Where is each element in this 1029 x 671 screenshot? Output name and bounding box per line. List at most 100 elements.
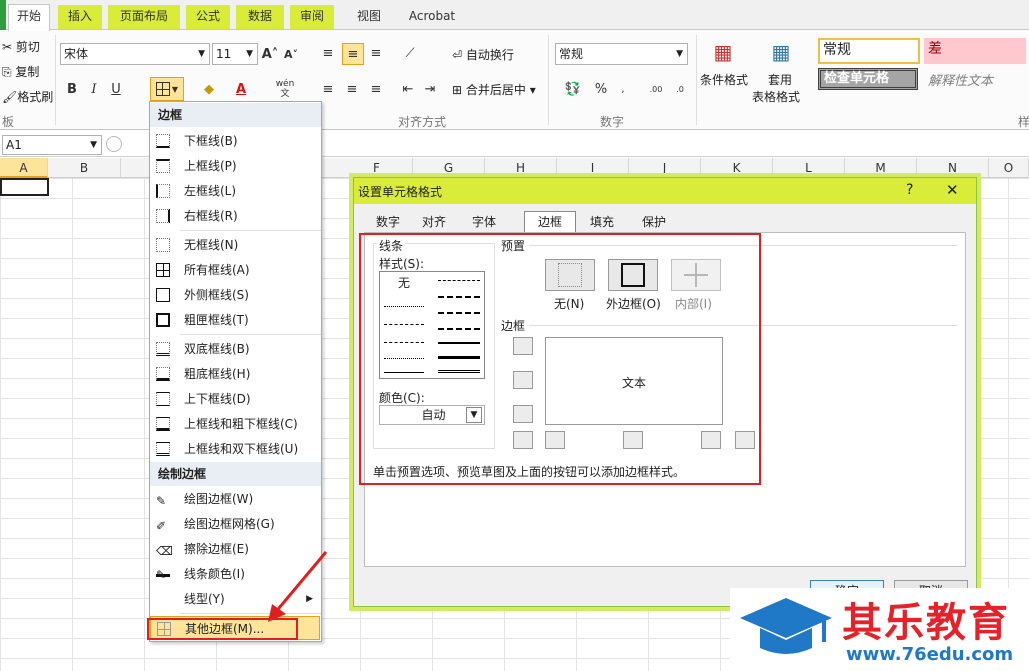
conditional-format-icon[interactable]: ▦ <box>708 37 738 67</box>
column-header[interactable]: A <box>0 158 48 178</box>
style-check-cell[interactable]: 检查单元格 <box>818 68 918 90</box>
tab-acrobat[interactable]: Acrobat <box>400 5 464 29</box>
menu-item-label: 线条颜色(I) <box>184 567 245 581</box>
menu-item-no-border[interactable]: 无框线(N) <box>150 233 321 257</box>
dialog-tab-number[interactable]: 数字 <box>368 212 408 232</box>
close-button[interactable]: ✕ <box>946 181 959 199</box>
style-bad[interactable]: 差 <box>924 38 1026 64</box>
tab-formulas[interactable]: 公式 <box>186 5 230 29</box>
file-tab-edge[interactable] <box>0 0 6 30</box>
column-header[interactable]: B <box>48 158 121 178</box>
thick-bottom-border-icon <box>156 367 170 381</box>
align-right-icon[interactable]: ≡ <box>366 79 386 99</box>
menu-item-outside-borders[interactable]: 外侧框线(S) <box>150 283 321 307</box>
column-header[interactable]: O <box>989 158 1029 178</box>
orientation-icon[interactable]: ⟋ <box>398 43 422 63</box>
align-bottom-icon[interactable]: ≡ <box>366 43 386 63</box>
tab-data[interactable]: 数据 <box>236 5 284 29</box>
active-cell[interactable] <box>0 178 49 196</box>
menu-item-double-bottom[interactable]: 双底框线(B) <box>150 337 321 361</box>
format-painter-label: 格式刷 <box>17 90 54 104</box>
menu-item-label: 所有框线(A) <box>184 263 250 277</box>
cut-button[interactable]: ✂ 剪切 <box>2 38 40 55</box>
align-center-icon[interactable]: ≡ <box>342 79 362 99</box>
number-format-select[interactable]: 常规 ▼ <box>555 43 688 65</box>
grow-font-icon[interactable]: A˄ <box>262 43 279 65</box>
percent-button[interactable]: % <box>592 79 610 99</box>
column-header[interactable]: L <box>773 158 845 178</box>
align-middle-icon[interactable]: ≡ <box>342 43 364 65</box>
menu-item-draw-border-grid[interactable]: ✐ 绘图边框网格(G) <box>150 512 321 536</box>
menu-item-bottom-border[interactable]: 下框线(B) <box>150 129 321 153</box>
italic-button[interactable]: I <box>86 79 102 99</box>
font-color-icon[interactable]: A <box>228 79 254 99</box>
style-explanatory[interactable]: 解释性文本 <box>928 70 993 89</box>
column-header[interactable]: G <box>413 158 485 178</box>
phonetic-button[interactable]: wén 文 <box>270 77 300 101</box>
tab-insert[interactable]: 插入 <box>58 5 102 29</box>
style-normal[interactable]: 常规 <box>818 38 920 64</box>
increase-indent-icon[interactable]: ⇥ <box>420 79 440 99</box>
border-dropdown-button[interactable]: ▼ <box>150 77 184 101</box>
tab-review[interactable]: 审阅 <box>290 5 334 29</box>
divider <box>696 35 697 125</box>
menu-item-thick-box-border[interactable]: 粗匣框线(T) <box>150 308 321 332</box>
conditional-format-label[interactable]: 条件格式 <box>700 71 748 88</box>
menu-item-top-double-bottom[interactable]: 上框线和双下框线(U) <box>150 437 321 461</box>
menu-item-label: 双底框线(B) <box>184 342 250 356</box>
menu-item-right-border[interactable]: 右框线(R) <box>150 204 321 228</box>
comma-style-icon[interactable]: , <box>614 79 632 99</box>
increase-decimal-icon[interactable]: .00 <box>646 79 666 99</box>
format-as-table-label-2[interactable]: 表格格式 <box>752 88 800 105</box>
format-as-table-icon[interactable]: ▦ <box>766 37 796 67</box>
column-header[interactable]: F <box>341 158 413 178</box>
font-size-select[interactable]: 11 ▼ <box>212 43 258 65</box>
double-bottom-border-icon <box>156 342 170 356</box>
copy-button[interactable]: ⎘ 复制 <box>2 63 39 80</box>
thick-box-border-icon <box>156 313 170 327</box>
top-border-icon <box>156 159 170 173</box>
column-header[interactable]: N <box>917 158 989 178</box>
format-painter-button[interactable]: 🖌格式刷 <box>2 88 53 105</box>
dialog-tab-fill[interactable]: 填充 <box>582 212 622 232</box>
decrease-decimal-icon[interactable]: .0 <box>670 79 690 99</box>
dialog-tab-border[interactable]: 边框 <box>524 211 576 233</box>
dialog-tab-alignment[interactable]: 对齐 <box>414 212 454 232</box>
column-header[interactable]: I <box>557 158 629 178</box>
menu-item-all-borders[interactable]: 所有框线(A) <box>150 258 321 282</box>
tab-view[interactable]: 视图 <box>346 5 392 29</box>
fill-color-icon[interactable]: ◆ <box>196 79 222 99</box>
menu-item-label: 上框线和粗下框线(C) <box>184 417 298 431</box>
currency-icon[interactable]: 💱 <box>560 79 586 99</box>
menu-item-draw-border[interactable]: ✎ 绘图边框(W) <box>150 487 321 511</box>
menu-item-top-border[interactable]: 上框线(P) <box>150 154 321 178</box>
menu-item-top-thick-bottom[interactable]: 上框线和粗下框线(C) <box>150 412 321 436</box>
underline-button[interactable]: U <box>108 79 124 99</box>
menu-item-thick-bottom[interactable]: 粗底框线(H) <box>150 362 321 386</box>
format-as-table-label-1[interactable]: 套用 <box>768 71 792 88</box>
font-name-select[interactable]: 宋体 ▼ <box>60 43 210 65</box>
dialog-tab-protection[interactable]: 保护 <box>634 212 674 232</box>
column-header[interactable]: M <box>845 158 917 178</box>
column-header[interactable]: H <box>485 158 557 178</box>
line-color-icon: ✎ <box>156 563 170 582</box>
chevron-down-icon: ▼ <box>246 49 253 59</box>
tab-home[interactable]: 开始 <box>8 4 50 31</box>
column-header[interactable]: K <box>701 158 773 178</box>
align-top-icon[interactable]: ≡ <box>318 43 338 63</box>
decrease-indent-icon[interactable]: ⇤ <box>398 79 418 99</box>
tab-page-layout[interactable]: 页面布局 <box>108 5 180 29</box>
align-left-icon[interactable]: ≡ <box>318 79 338 99</box>
watermark-brand: 其乐教育 <box>842 600 1010 646</box>
merge-center-button[interactable]: ⊞ 合并后居中 ▾ <box>452 81 536 98</box>
wrap-text-button[interactable]: ⏎ 自动换行 <box>452 46 514 63</box>
name-box[interactable]: A1 ▼ <box>2 135 102 155</box>
column-header[interactable]: J <box>629 158 701 178</box>
shrink-font-icon[interactable]: A˅ <box>283 43 299 65</box>
menu-item-left-border[interactable]: 左框线(L) <box>150 179 321 203</box>
menu-item-top-bottom[interactable]: 上下框线(D) <box>150 387 321 411</box>
dialog-tab-font[interactable]: 字体 <box>464 212 504 232</box>
bold-button[interactable]: B <box>64 79 80 99</box>
help-button[interactable]: ? <box>906 182 913 198</box>
menu-item-label: 外侧框线(S) <box>184 288 249 302</box>
